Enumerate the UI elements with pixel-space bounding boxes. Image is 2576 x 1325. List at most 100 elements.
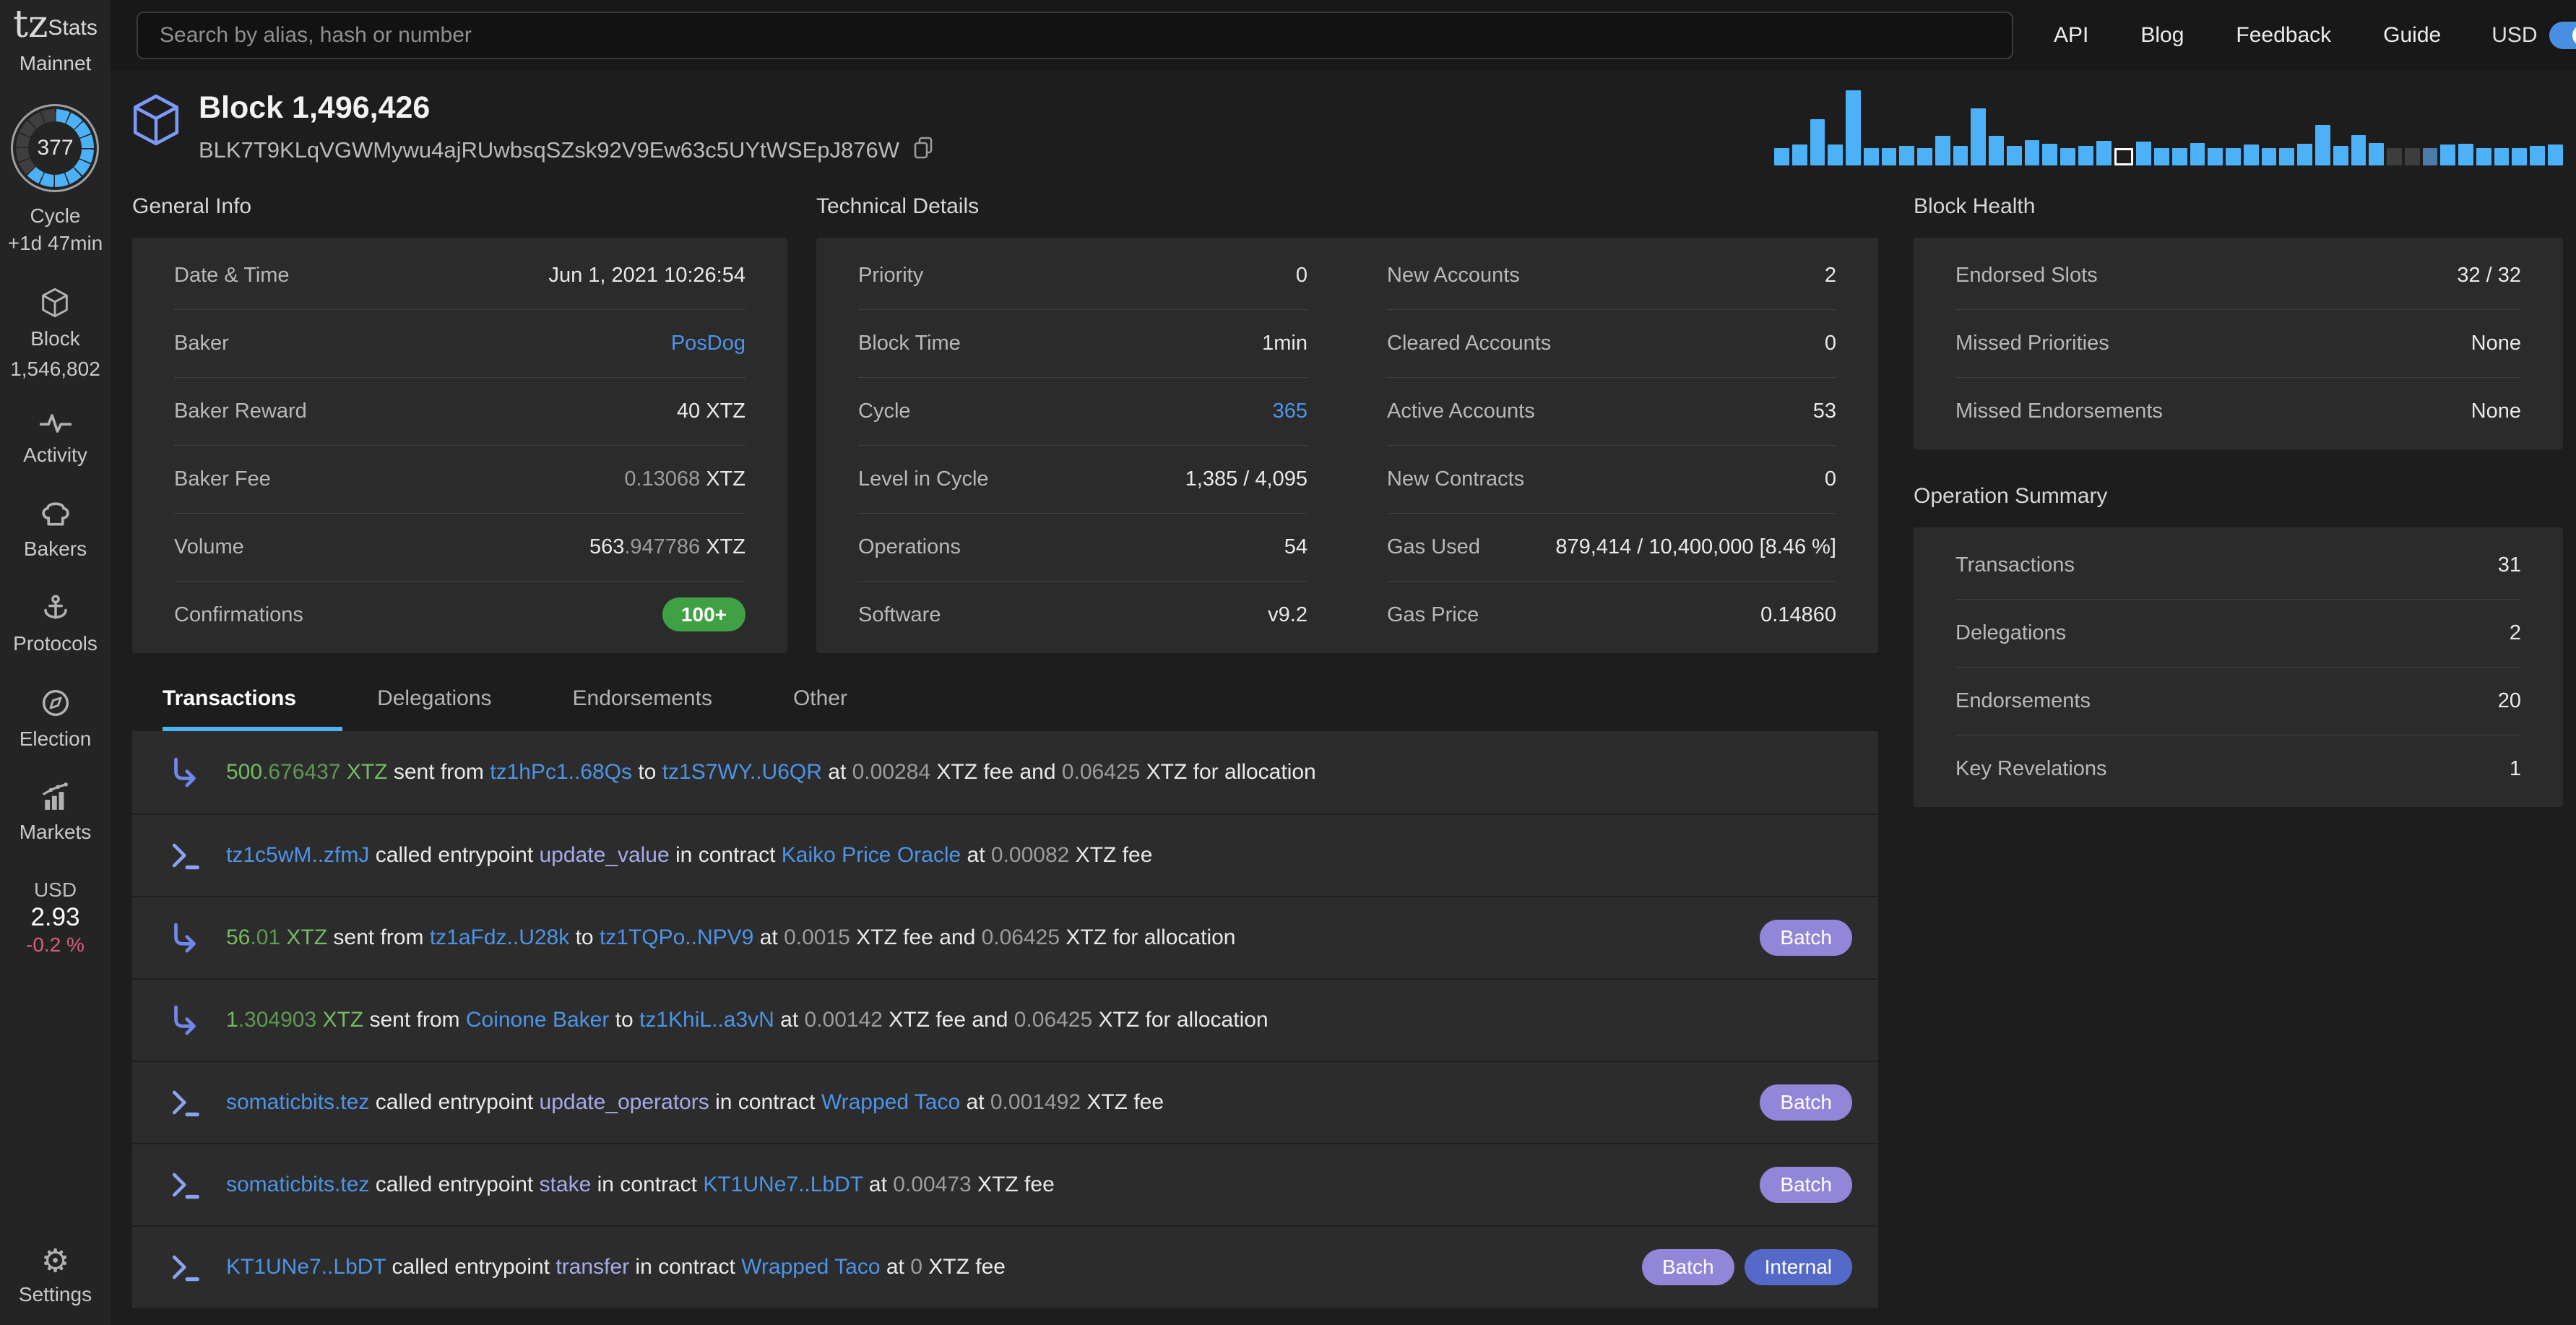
info-row: Gas Used 879,414 / 10,400,000 [8.46 %] (1387, 513, 1836, 581)
price-currency: USD (33, 879, 77, 902)
histogram-bar[interactable] (1989, 136, 2004, 165)
row-label: Endorsed Slots (1955, 264, 2098, 287)
histogram-bar[interactable] (2476, 148, 2491, 165)
histogram-bar[interactable] (2078, 145, 2093, 165)
histogram-bar[interactable] (1881, 148, 1897, 165)
row-value-segment: 0.13068 (624, 467, 701, 491)
histogram-bar[interactable] (2042, 143, 2058, 165)
histogram-bar[interactable] (2208, 148, 2223, 165)
operation-text-segment: 500 (226, 760, 263, 784)
transaction-row[interactable]: tz1c5wM..zfmJ called entrypoint update_v… (132, 813, 1878, 896)
cycle-number: 377 (28, 121, 82, 175)
info-row: Endorsed Slots 32 / 32 (1955, 242, 2521, 309)
histogram-bar[interactable] (2190, 142, 2205, 165)
histogram-bar[interactable] (2114, 148, 2134, 165)
general-info-section: General Info Date & Time Jun 1, 2021 10:… (132, 194, 787, 653)
histogram-bar[interactable] (2297, 143, 2312, 165)
sidebar-item-bakers[interactable]: Bakers (24, 499, 87, 562)
row-value-segment: .947786 (624, 535, 701, 558)
histogram-bar[interactable] (2006, 145, 2022, 165)
nav-link[interactable]: Guide (2383, 23, 2441, 48)
histogram-bar[interactable] (2096, 140, 2112, 165)
sidebar-item-block[interactable]: Block 1,546,802 (10, 288, 100, 383)
row-label: Active Accounts (1387, 400, 1535, 423)
histogram-bar[interactable] (1828, 144, 1844, 165)
operation-text-segment: in contract (709, 1090, 821, 1114)
histogram-bar[interactable] (2404, 148, 2420, 165)
histogram-bar[interactable] (2243, 144, 2259, 165)
histogram-bar[interactable] (2530, 145, 2545, 165)
histogram-bar[interactable] (2136, 141, 2152, 165)
search-input[interactable] (137, 11, 2013, 59)
histogram-bar[interactable] (2494, 148, 2510, 165)
transaction-row[interactable]: somaticbits.tez called entrypoint update… (132, 1061, 1878, 1143)
transaction-row[interactable]: 1.304903 XTZ sent from Coinone Baker to … (132, 978, 1878, 1061)
info-row: Missed Endorsements None (1955, 377, 2521, 445)
transaction-row[interactable]: 56.01 XTZ sent from tz1aFdz..U28k to tz1… (132, 896, 1878, 978)
operation-badge: Batch (1760, 1167, 1852, 1203)
histogram-bar[interactable] (1863, 148, 1879, 165)
row-label: Baker (174, 332, 229, 355)
histogram-bar[interactable] (2387, 148, 2402, 165)
tab[interactable]: Delegations (377, 686, 491, 731)
histogram-bar[interactable] (2279, 148, 2295, 165)
transaction-row[interactable]: 500.676437 XTZ sent from tz1hPc1..68Qs t… (132, 731, 1878, 813)
histogram-bar[interactable] (2547, 144, 2563, 165)
histogram-bar[interactable] (2171, 148, 2187, 165)
histogram-bar[interactable] (2333, 145, 2348, 165)
operation-text-segment: in contract (629, 1255, 742, 1279)
sidebar-item-markets[interactable]: Markets (20, 782, 91, 845)
histogram-bar[interactable] (2261, 148, 2277, 165)
row-label: Software (858, 603, 941, 626)
histogram-bar[interactable] (2024, 139, 2040, 165)
row-label: Baker Fee (174, 467, 271, 491)
histogram-bar[interactable] (1791, 144, 1807, 165)
histogram-bar[interactable] (2458, 143, 2473, 165)
histogram-bar[interactable] (1846, 90, 1861, 165)
operation-text-segment: XTZ fee and (882, 1008, 1014, 1032)
row-value-segment: v9.2 (1268, 603, 1308, 626)
histogram-bar[interactable] (2314, 124, 2330, 165)
operation-text-segment: 0.00142 (804, 1008, 883, 1032)
histogram-bar[interactable] (1935, 136, 1950, 165)
tab[interactable]: Endorsements (573, 686, 712, 731)
currency-toggle[interactable] (2549, 21, 2576, 49)
transaction-row[interactable]: KT1UNe7..LbDT called entrypoint transfer… (132, 1225, 1878, 1308)
histogram-bar[interactable] (1953, 145, 1968, 165)
operation-text-segment: KT1UNe7..LbDT (226, 1255, 386, 1279)
sidebar-item-election[interactable]: Election (20, 688, 91, 752)
operation-text-segment: update_value (539, 843, 670, 867)
sidebar-item-cycle[interactable]: 377 Cycle +1d 47min (8, 104, 103, 257)
sidebar-item-settings[interactable]: ⚙ Settings (19, 1245, 92, 1308)
sidebar-item-activity[interactable]: Activity (23, 413, 87, 468)
nav-link[interactable]: API (2054, 23, 2088, 48)
histogram-bar[interactable] (2512, 148, 2528, 165)
row-value-segment: 879,414 / 10,400,000 [8.46 %] (1555, 535, 1836, 558)
row-label: New Accounts (1387, 264, 1520, 287)
histogram-bar[interactable] (1899, 145, 1915, 165)
histogram-bar[interactable] (2422, 148, 2438, 165)
histogram-bar[interactable] (2369, 142, 2385, 165)
histogram-bar[interactable] (2351, 135, 2367, 165)
histogram-bar[interactable] (1810, 118, 1825, 165)
histogram-bar[interactable] (2154, 148, 2169, 165)
histogram-bar[interactable] (1917, 148, 1932, 165)
terminal-icon (172, 1090, 199, 1117)
operation-text-segment: XTZ (316, 1008, 364, 1032)
blocks-activity-histogram[interactable] (1774, 90, 2563, 165)
row-label: Cycle (858, 400, 911, 423)
copy-icon[interactable] (912, 136, 934, 164)
nav-link[interactable]: Feedback (2236, 23, 2331, 48)
tab[interactable]: Transactions (163, 686, 296, 731)
histogram-bar[interactable] (2440, 144, 2456, 165)
tzstats-logo[interactable]: tz Stats (13, 6, 98, 43)
transaction-row[interactable]: somaticbits.tez called entrypoint stake … (132, 1143, 1878, 1225)
tab[interactable]: Other (793, 686, 847, 731)
histogram-bar[interactable] (1774, 148, 1789, 165)
sidebar-item-protocols[interactable]: Protocols (13, 592, 98, 657)
nav-link[interactable]: Blog (2140, 23, 2184, 48)
histogram-bar[interactable] (2060, 148, 2076, 165)
row-label: Confirmations (174, 603, 303, 626)
histogram-bar[interactable] (2226, 148, 2241, 165)
histogram-bar[interactable] (1971, 108, 1987, 165)
